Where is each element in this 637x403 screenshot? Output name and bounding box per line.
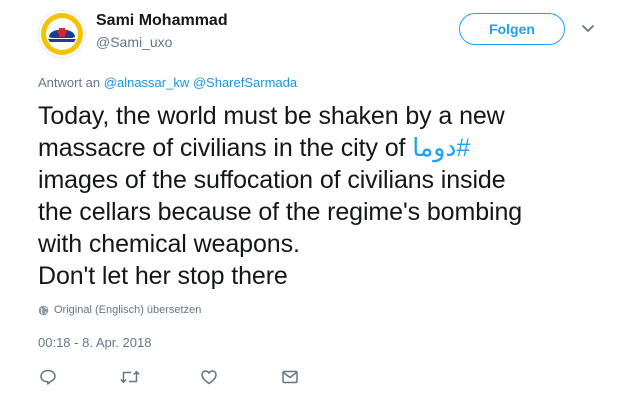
author-handle[interactable]: @Sami_uxo <box>96 34 172 50</box>
tweet-line-text: massacre of civilians in the city of <box>38 134 413 162</box>
mention-link[interactable]: @alnassar_kw <box>104 75 189 90</box>
reply-to-prefix: Antwort an <box>38 75 101 90</box>
tweet-line: the cellars because of the regime's bomb… <box>38 198 523 226</box>
hashtag-link[interactable]: #دوما <box>412 134 470 162</box>
globe-icon <box>38 305 49 315</box>
chevron-down-icon[interactable] <box>581 24 595 34</box>
tweet-line: massacre of civilians in the city of #دو… <box>38 132 618 164</box>
tweet-text: Today, the world must be shaken by a new… <box>38 100 618 292</box>
tweet-line: images of the suffocation of civilians i… <box>38 166 506 194</box>
retweet-button[interactable] <box>119 368 141 386</box>
direct-message-button[interactable] <box>280 368 300 386</box>
like-icon <box>201 370 217 385</box>
translate-label[interactable]: Original (Englisch) übersetzen <box>54 304 201 316</box>
direct-message-icon <box>282 370 298 384</box>
translate-link[interactable]: Original (Englisch) übersetzen <box>38 304 201 316</box>
follow-button[interactable]: Folgen <box>459 13 565 45</box>
reply-icon <box>40 369 56 385</box>
reply-to-line: Antwort an @alnassar_kw @SharefSarmada <box>38 75 297 90</box>
avatar[interactable] <box>38 10 86 58</box>
tweet-line: Don't let her stop there <box>38 262 288 290</box>
mention-link[interactable]: @SharefSarmada <box>193 75 297 90</box>
timestamp[interactable]: 00:18 - 8. Apr. 2018 <box>38 335 151 350</box>
like-button[interactable] <box>199 368 219 386</box>
reply-button[interactable] <box>38 368 58 386</box>
tweet-line: with chemical weapons. <box>38 230 300 258</box>
white-helmets-logo-icon <box>41 13 83 55</box>
author-name[interactable]: Sami Mohammad <box>96 12 228 30</box>
tweet-line: Today, the world must be shaken by a new <box>38 102 505 130</box>
retweet-icon <box>120 370 140 384</box>
